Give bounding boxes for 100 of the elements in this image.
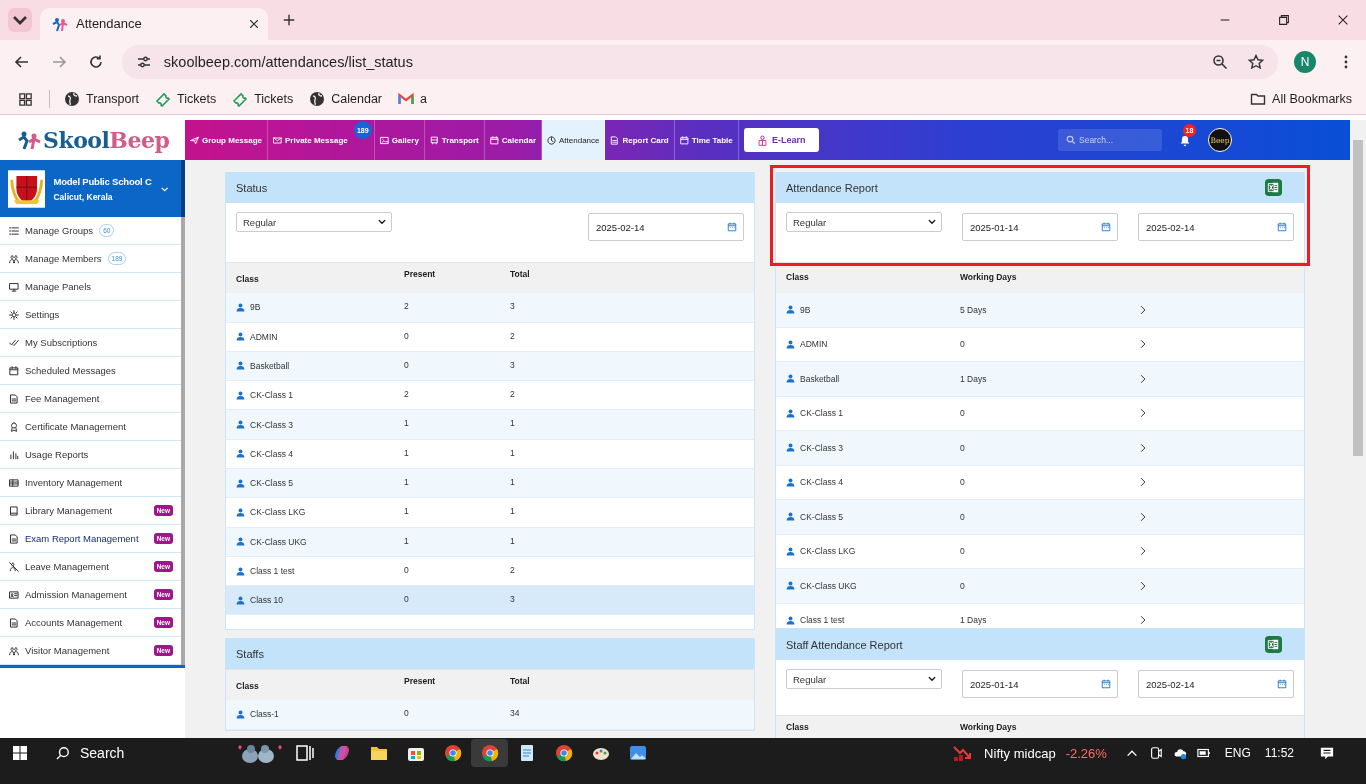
chevron-right-icon[interactable] — [1138, 546, 1148, 557]
bookmark[interactable]: Transport — [64, 91, 140, 108]
bus-icon — [429, 135, 439, 145]
nav-tab[interactable]: Gallery — [374, 120, 425, 161]
select-field[interactable]: Regular — [786, 212, 942, 233]
table-cell: 9B — [250, 302, 261, 313]
table-row[interactable]: CK-Class 3 0 — [776, 431, 1304, 466]
clock[interactable]: 11:52 — [1264, 746, 1294, 761]
close-icon[interactable] — [248, 17, 260, 30]
calendar-icon[interactable] — [727, 222, 737, 233]
taskbar-search[interactable]: Search — [48, 740, 286, 767]
profile-avatar[interactable]: N — [1294, 51, 1317, 74]
person-icon — [786, 615, 795, 625]
bell-icon[interactable] — [1178, 133, 1192, 148]
globe-icon — [64, 91, 80, 108]
spreadsheet-icon[interactable] — [1265, 636, 1282, 654]
start-icon[interactable] — [12, 745, 28, 762]
calendar-icon[interactable] — [1277, 679, 1287, 690]
table-cell-text: 1 Days — [960, 372, 988, 386]
nav-tab[interactable]: Transport — [424, 120, 485, 161]
chevron-right-icon[interactable] — [1138, 408, 1148, 419]
table-cell: CK-Class 4 — [250, 448, 293, 459]
table-cell-text: 1 — [404, 476, 410, 489]
person-icon — [786, 512, 795, 522]
date-field[interactable]: 2025-01-14 — [962, 213, 1118, 242]
chevron-right-icon[interactable] — [1138, 442, 1148, 453]
forward-icon[interactable] — [50, 54, 67, 71]
task-view-icon — [294, 743, 315, 764]
bookmark[interactable]: Tickets — [155, 91, 217, 108]
table-cell: Class 1 test — [800, 615, 845, 626]
search-icon — [56, 746, 70, 761]
bookmark-folder[interactable]: All Bookmarks — [1250, 91, 1352, 108]
table-row[interactable]: 9B 5 Days — [776, 293, 1304, 328]
chevron-right-icon[interactable] — [1138, 339, 1148, 350]
camera-icon[interactable] — [1148, 746, 1163, 761]
table-row[interactable]: CK-Class 5 0 — [776, 500, 1304, 535]
date-field[interactable]: 2025-02-14 — [1138, 213, 1294, 242]
logo[interactable]: SkoolBeep — [0, 120, 185, 161]
calendar-icon[interactable] — [1101, 222, 1111, 233]
date-field[interactable]: 2025-01-14 — [962, 670, 1118, 699]
nav-tab[interactable]: Report Card — [605, 120, 675, 161]
person-icon — [236, 420, 245, 430]
bookmark[interactable]: a — [398, 91, 427, 108]
nav-tab[interactable]: Attendance — [542, 120, 606, 161]
cloud-icon[interactable] — [1172, 746, 1187, 761]
chevron-right-icon[interactable] — [1138, 580, 1148, 591]
table-cell-text: 2 — [510, 563, 516, 577]
chevron-right-icon[interactable] — [1138, 615, 1148, 626]
table-cell-text: 3 — [510, 593, 516, 607]
nav-tab[interactable]: Group Message — [185, 120, 268, 161]
column-header: Working Days — [960, 271, 1018, 285]
ticker-change: -2.26% — [1065, 745, 1107, 761]
language-indicator[interactable]: ENG — [1224, 746, 1251, 761]
table-cell: 9B — [800, 304, 811, 315]
table-row[interactable]: Basketball 1 Days — [776, 362, 1304, 397]
school-header[interactable]: Model Public School C Calicut, Kerala — [0, 160, 185, 218]
stock-down-icon — [952, 743, 973, 764]
select-field[interactable]: Regular — [786, 669, 942, 690]
tab-list-button[interactable] — [8, 7, 32, 32]
nav-tab[interactable]: Time Table — [674, 120, 739, 161]
chevron-right-icon[interactable] — [1138, 477, 1148, 488]
date-field[interactable]: 2025-02-14 — [1138, 670, 1294, 699]
select-field[interactable]: Regular — [236, 212, 392, 233]
calendar-icon[interactable] — [1101, 679, 1111, 690]
zoom-icon[interactable] — [1212, 54, 1229, 71]
reload-icon[interactable] — [87, 54, 104, 71]
person-off-icon — [9, 561, 19, 572]
bookmark[interactable]: Calendar — [309, 91, 382, 108]
chevron-right-icon[interactable] — [1138, 511, 1148, 522]
e-learn-button[interactable]: E-Learn — [743, 128, 819, 153]
person-icon — [786, 374, 795, 384]
browser-tab[interactable]: Attendance — [40, 7, 268, 40]
table-cell-text: 0 — [404, 329, 410, 343]
panel-title: Staff Attendance Report — [786, 638, 904, 651]
person-icon — [236, 449, 245, 459]
notification-icon[interactable] — [1320, 746, 1334, 761]
chevron-right-icon[interactable] — [1138, 373, 1148, 384]
person-icon — [236, 566, 245, 576]
date-field[interactable]: 2025-02-14 — [588, 213, 744, 242]
person-icon — [786, 305, 795, 315]
table-row[interactable]: CK-Class UKG 0 — [776, 569, 1304, 604]
menu-item[interactable]: Inventory Management — [0, 469, 181, 498]
image-icon — [379, 135, 389, 145]
bookmark[interactable]: Tickets — [232, 91, 294, 108]
chevron-right-icon[interactable] — [1138, 304, 1148, 315]
new-tab-icon[interactable] — [282, 12, 296, 27]
address-field[interactable]: skoolbeep.com/attendances/list_status — [121, 45, 1279, 80]
table-cell: Class 10 — [250, 595, 284, 606]
table-cell-text: 5 Days — [960, 303, 988, 317]
person-icon — [236, 361, 245, 371]
restore-icon[interactable] — [1277, 12, 1291, 27]
spreadsheet-icon[interactable] — [1265, 179, 1282, 197]
calendar-icon[interactable] — [1277, 222, 1287, 233]
star-icon[interactable] — [1248, 54, 1265, 71]
taskbar-app[interactable] — [471, 739, 508, 768]
table-cell-text: 0 — [404, 593, 410, 607]
apps-icon[interactable] — [18, 91, 33, 107]
table-cell: CK-Class 3 — [250, 419, 293, 430]
school-location: Calicut, Kerala — [53, 191, 114, 202]
person-icon — [786, 443, 795, 453]
